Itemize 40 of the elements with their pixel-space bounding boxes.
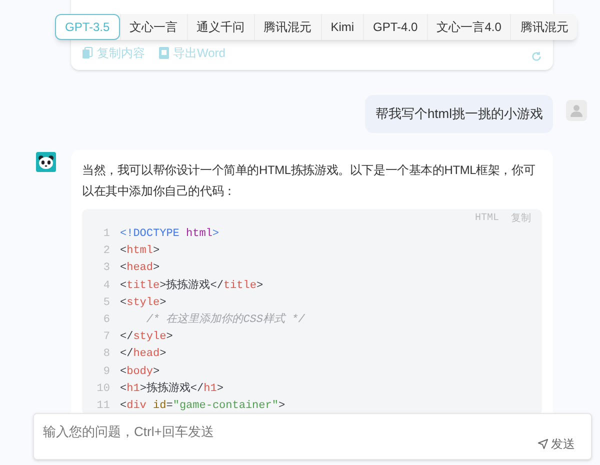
answer-text: 当然，我可以帮你设计一个简单的HTML拣拣游戏。以下是一个基本的HTML框架，你可以在其中添加你自己的代码： bbox=[82, 162, 536, 200]
user-avatar bbox=[566, 100, 587, 121]
line-number: 3 bbox=[102, 261, 111, 276]
line-number: 7 bbox=[102, 330, 111, 346]
line-number: 11 bbox=[96, 399, 111, 414]
line-number: 9 bbox=[102, 364, 111, 380]
refresh-icon[interactable] bbox=[531, 51, 542, 62]
model-tab[interactable]: 腾讯混元 bbox=[254, 14, 321, 40]
question-input[interactable]: 输入您的问题，Ctrl+回车发送 发送 bbox=[33, 413, 592, 460]
model-tab[interactable]: 文心一言4.0 bbox=[426, 14, 510, 40]
line-number: 10 bbox=[96, 382, 111, 397]
panda-avatar bbox=[36, 152, 56, 172]
code-line: /* 在这里添加你的CSS样式 */ bbox=[145, 312, 305, 328]
code-line: </head> bbox=[120, 347, 166, 362]
line-number: 1 bbox=[102, 227, 111, 242]
code-line: <title>拣拣游戏</title> bbox=[120, 278, 264, 294]
send-button[interactable]: 发送 bbox=[538, 435, 575, 453]
model-tab[interactable]: 文心一言 bbox=[120, 14, 187, 40]
line-number: 4 bbox=[102, 278, 111, 294]
model-tab[interactable]: 通义千问 bbox=[186, 14, 254, 40]
model-tab[interactable]: Kimi bbox=[320, 14, 364, 40]
line-number: 6 bbox=[102, 313, 111, 328]
user-message: 帮我写个html挑一挑的小游戏 bbox=[365, 95, 553, 132]
code-line: <div id="game-container"> bbox=[120, 399, 286, 414]
model-tab[interactable]: GPT-4.0 bbox=[363, 14, 427, 40]
document-icon bbox=[159, 47, 169, 59]
code-line: <head> bbox=[120, 261, 160, 276]
code-line: <!DOCTYPE html> bbox=[120, 227, 220, 242]
code-line: <style> bbox=[120, 296, 166, 311]
line-number: 8 bbox=[102, 347, 111, 362]
copy-icon bbox=[82, 47, 93, 59]
send-icon bbox=[538, 439, 548, 449]
code-line: <body> bbox=[120, 364, 160, 380]
code-line: </style> bbox=[120, 330, 173, 346]
line-number: 5 bbox=[102, 296, 111, 311]
line-number: 2 bbox=[102, 244, 111, 260]
code-language: HTML bbox=[474, 212, 499, 226]
model-tab[interactable]: 腾讯混元 bbox=[510, 14, 578, 40]
code-line: <h1>拣拣游戏</h1> bbox=[120, 381, 224, 397]
code-line: <html> bbox=[120, 244, 160, 260]
